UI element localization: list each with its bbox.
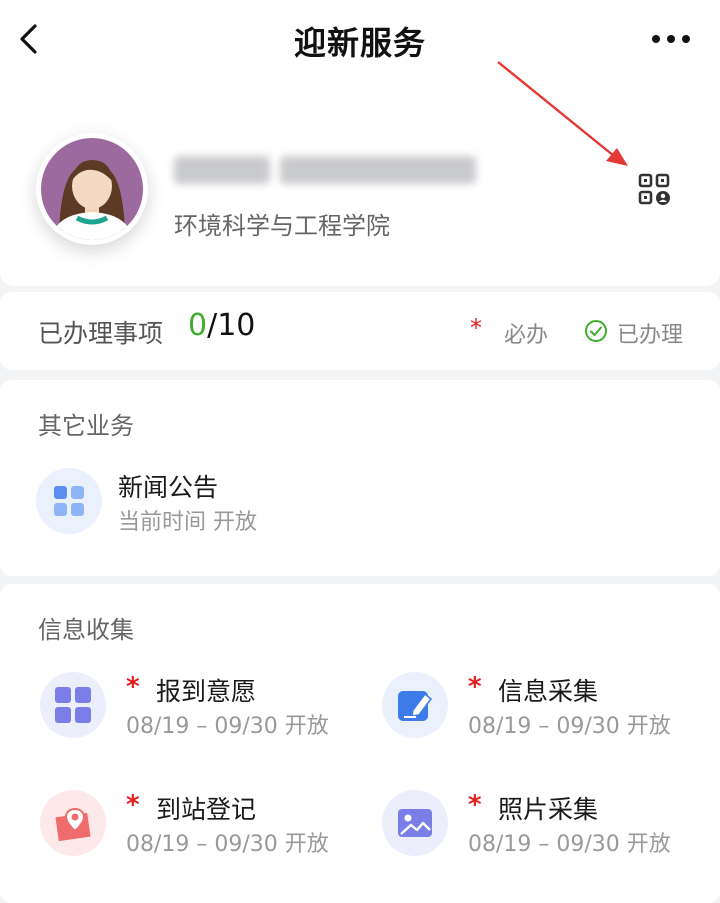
service-name: 到站登记 [156, 795, 257, 824]
required-star-icon: * [468, 790, 482, 820]
service-station-checkin[interactable]: * 到站登记 08/19 – 09/30 开放 [40, 790, 370, 870]
service-name: 新闻公告 [118, 473, 219, 502]
service-availability: 当前时间 开放 [118, 510, 257, 535]
college-name: 环境科学与工程学院 [174, 212, 390, 240]
section-title-info: 信息收集 [38, 616, 134, 644]
grid-icon [40, 672, 106, 738]
legend-required: 必办 [504, 323, 549, 348]
service-name: 照片采集 [498, 795, 599, 824]
service-photo-collection[interactable]: * 照片采集 08/19 – 09/30 开放 [382, 790, 712, 870]
service-availability: 08/19 – 09/30 开放 [126, 714, 329, 739]
progress-count: 0/10 [188, 308, 255, 343]
more-button[interactable] [646, 24, 696, 54]
service-news[interactable]: 新闻公告 当前时间 开放 [36, 468, 366, 548]
avatar [36, 133, 148, 245]
service-info-collection[interactable]: * 信息采集 08/19 – 09/30 开放 [382, 672, 712, 752]
service-availability: 08/19 – 09/30 开放 [468, 714, 671, 739]
required-star-icon: * [470, 314, 482, 342]
service-registration-intent[interactable]: * 报到意愿 08/19 – 09/30 开放 [40, 672, 370, 752]
total-count: /10 [207, 308, 256, 343]
service-availability: 08/19 – 09/30 开放 [126, 832, 329, 857]
progress-summary: 已办理事项 0/10 * 必办 已办理 [0, 292, 720, 370]
service-availability: 08/19 – 09/30 开放 [468, 832, 671, 857]
profile-card: 环境科学与工程学院 [0, 78, 720, 286]
map-pin-icon [40, 790, 106, 856]
summary-label: 已办理事项 [38, 319, 164, 348]
info-collection-card: 信息收集 * 报到意愿 08/19 – 09/30 开放 * 信息采集 08/1… [0, 584, 720, 903]
grid-icon [36, 468, 102, 534]
page-title: 迎新服务 [293, 24, 426, 62]
required-star-icon: * [468, 672, 482, 702]
edit-icon [382, 672, 448, 738]
section-title-other: 其它业务 [38, 412, 134, 440]
qr-code-icon [638, 173, 670, 205]
image-icon [382, 790, 448, 856]
done-count: 0 [188, 308, 208, 343]
required-star-icon: * [126, 790, 140, 820]
other-services-card: 其它业务 新闻公告 当前时间 开放 [0, 380, 720, 576]
more-icon [652, 35, 690, 43]
check-circle-icon [585, 320, 607, 342]
service-name: 报到意愿 [156, 677, 257, 706]
legend-done: 已办理 [617, 323, 684, 348]
service-name: 信息采集 [498, 677, 599, 706]
student-name-masked [174, 152, 486, 188]
top-nav-bar: 迎新服务 [0, 0, 720, 78]
required-star-icon: * [126, 672, 140, 702]
qr-code-button[interactable] [630, 165, 678, 213]
